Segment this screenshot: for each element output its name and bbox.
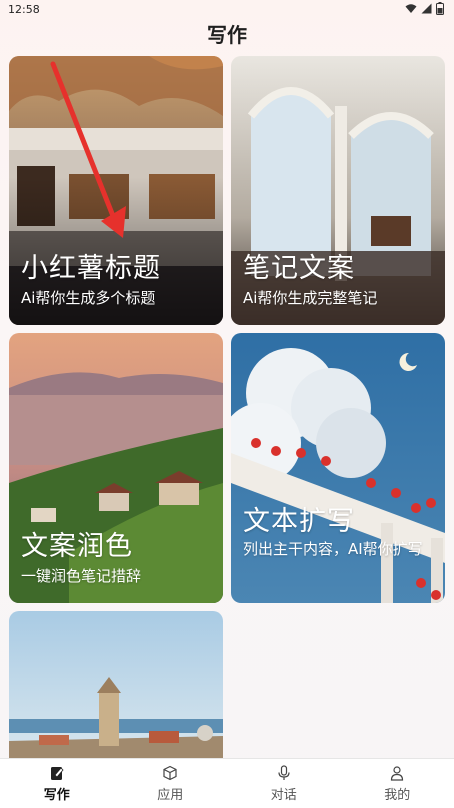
person-icon [389,765,405,781]
card-note-copy[interactable]: 笔记文案 Ai帮你生成完整笔记 [231,56,445,325]
card-copy-polish[interactable]: 文案润色 一键润色笔记措辞 [9,333,223,603]
card-image-coastal [9,611,223,758]
card-subtitle: Ai帮你生成完整笔记 [243,287,437,309]
card-subtitle: 列出主干内容，AI帮你扩写 [243,538,437,560]
pen-note-icon [49,765,65,781]
status-bar: 12:58 [0,0,454,20]
page-title: 写作 [0,20,454,50]
nav-tab-writing[interactable]: 写作 [0,759,114,808]
status-time: 12:58 [8,3,40,16]
bottom-nav: 写作 应用 对话 我的 [0,758,454,808]
status-icons [405,2,444,15]
nav-label: 写作 [44,784,70,803]
card-title: 小红薯标题 [21,246,161,285]
card-coastal-town[interactable] [9,611,223,758]
cube-icon [162,765,178,781]
card-title: 文案润色 [21,524,133,563]
nav-tab-mine[interactable]: 我的 [341,759,454,808]
microphone-icon [276,765,292,781]
signal-icon [421,3,432,14]
card-subtitle: Ai帮你生成多个标题 [21,287,215,309]
wifi-icon [405,3,417,14]
nav-label: 对话 [271,784,297,803]
card-image-flowers [231,333,445,603]
nav-label: 应用 [157,784,183,803]
card-title: 笔记文案 [243,246,355,285]
nav-label: 我的 [384,784,410,803]
battery-icon [436,2,444,15]
nav-tab-chat[interactable]: 对话 [227,759,341,808]
card-xhs-title[interactable]: 小红薯标题 Ai帮你生成多个标题 [9,56,223,325]
card-text-expand[interactable]: 文本扩写 列出主干内容，AI帮你扩写 [231,333,445,603]
nav-tab-apps[interactable]: 应用 [114,759,228,808]
card-title: 文本扩写 [243,499,355,538]
card-subtitle: 一键润色笔记措辞 [21,565,215,587]
